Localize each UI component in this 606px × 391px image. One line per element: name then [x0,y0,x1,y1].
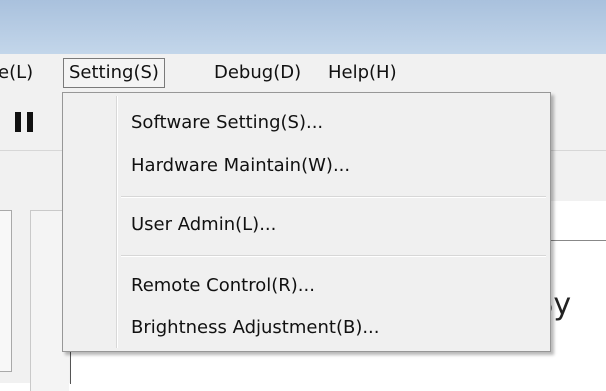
window-title-bar [0,0,606,54]
menu-separator [121,196,546,198]
menu-separator [121,255,546,257]
menu-item-software-setting[interactable]: Software Setting(S)... [66,106,547,140]
setting-dropdown-menu: Software Setting(S)... Hardware Maintain… [62,92,551,352]
menu-help[interactable]: Help(H) [323,58,402,88]
menu-item-user-admin[interactable]: User Admin(L)... [66,208,547,242]
menu-setting[interactable]: Setting(S) [63,58,165,88]
menu-bar: e(L) Setting(S) Debug(D) Help(H) [0,54,606,93]
left-panel [0,200,70,391]
pause-icon[interactable] [15,112,35,132]
menu-item-brightness-adjustment[interactable]: Brightness Adjustment(B)... [66,311,547,345]
menu-item-remote-control[interactable]: Remote Control(R)... [66,269,547,303]
left-tab[interactable] [0,210,12,372]
menu-debug[interactable]: Debug(D) [209,58,306,88]
menu-file[interactable]: e(L) [0,58,38,88]
menu-item-hardware-maintain[interactable]: Hardware Maintain(W)... [66,149,547,183]
